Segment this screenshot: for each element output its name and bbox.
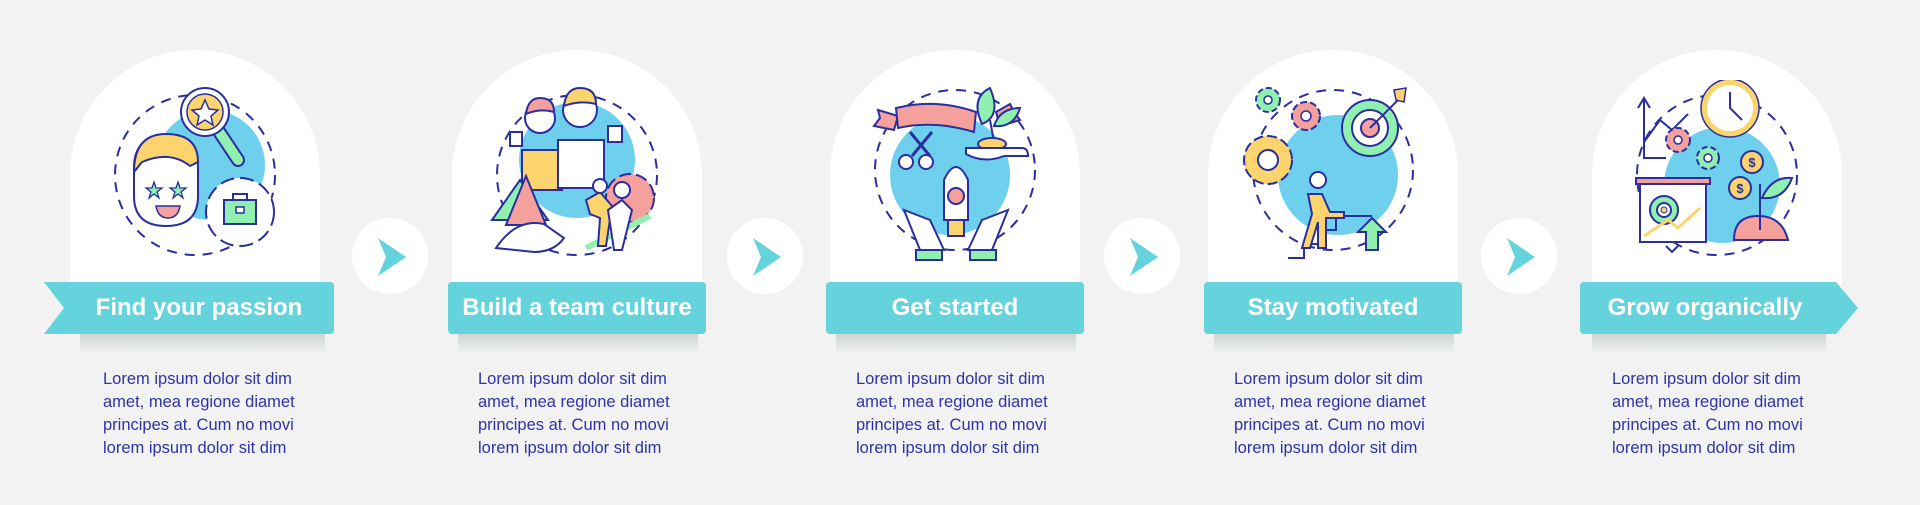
- step-title: Grow organically: [1607, 294, 1803, 321]
- step-description: Lorem ipsum dolor sit dim amet, mea regi…: [856, 368, 1066, 460]
- step-title-banner: Get started: [826, 282, 1084, 334]
- stay-motivated-icon: [1243, 87, 1414, 259]
- banner-shadow: [1214, 334, 1454, 354]
- description-line: amet, mea regione diamet: [1234, 393, 1426, 411]
- description-line: principes at. Cum no movi: [1234, 416, 1425, 434]
- description-line: lorem ipsum dolor sit dim: [856, 439, 1040, 457]
- description-line: lorem ipsum dolor sit dim: [103, 439, 287, 457]
- description-line: amet, mea regione diamet: [478, 393, 670, 411]
- description-line: Lorem ipsum dolor sit dim: [1612, 370, 1801, 388]
- description-line: lorem ipsum dolor sit dim: [478, 439, 662, 457]
- step-title-banner: Build a team culture: [448, 282, 706, 334]
- step-title-banner: Stay motivated: [1204, 282, 1462, 334]
- banner-shadow: [80, 334, 325, 354]
- description-line: Lorem ipsum dolor sit dim: [478, 370, 667, 388]
- step-title: Stay motivated: [1247, 294, 1419, 321]
- description-line: principes at. Cum no movi: [103, 416, 294, 434]
- grow-organically-icon: $ $: [1635, 80, 1798, 256]
- banner-arrow-tip: [1830, 282, 1858, 334]
- description-line: lorem ipsum dolor sit dim: [1612, 439, 1796, 457]
- description-line: amet, mea regione diamet: [103, 393, 295, 411]
- step-stay-motivated: Stay motivated Lorem ipsum dolor sit dim…: [1134, 0, 1494, 505]
- description-line: Lorem ipsum dolor sit dim: [1234, 370, 1423, 388]
- step-get-started: Get started Lorem ipsum dolor sit dim am…: [756, 0, 1116, 505]
- step-title-banner: Find your passion: [64, 282, 334, 334]
- description-line: lorem ipsum dolor sit dim: [1234, 439, 1418, 457]
- step-build-a-team-culture: Build a team culture Lorem ipsum dolor s…: [378, 0, 738, 505]
- step-title: Build a team culture: [462, 294, 692, 321]
- description-line: Lorem ipsum dolor sit dim: [103, 370, 292, 388]
- description-line: principes at. Cum no movi: [856, 416, 1047, 434]
- step-find-your-passion: Find your passion Lorem ipsum dolor sit …: [0, 0, 360, 505]
- step-description: Lorem ipsum dolor sit dim amet, mea regi…: [478, 368, 688, 460]
- passion-icon: [114, 87, 276, 256]
- description-line: principes at. Cum no movi: [478, 416, 669, 434]
- step-description: Lorem ipsum dolor sit dim amet, mea regi…: [103, 368, 313, 460]
- banner-shadow: [1592, 334, 1826, 354]
- description-line: principes at. Cum no movi: [1612, 416, 1803, 434]
- svg-text:$: $: [1736, 181, 1744, 196]
- step-grow-organically: $ $ Grow organically Lorem ipsum dolor s…: [1512, 0, 1872, 505]
- get-started-icon: [872, 86, 1036, 261]
- banner-shadow: [458, 334, 698, 354]
- description-line: Lorem ipsum dolor sit dim: [856, 370, 1045, 388]
- step-description: Lorem ipsum dolor sit dim amet, mea regi…: [1234, 368, 1444, 460]
- step-title: Get started: [891, 294, 1019, 321]
- step-description: Lorem ipsum dolor sit dim amet, mea regi…: [1612, 368, 1822, 460]
- step-title-banner: Grow organically: [1580, 282, 1830, 334]
- banner-shadow: [836, 334, 1076, 354]
- svg-text:$: $: [1748, 155, 1756, 170]
- description-line: amet, mea regione diamet: [1612, 393, 1804, 411]
- step-title: Find your passion: [95, 294, 303, 321]
- description-line: amet, mea regione diamet: [856, 393, 1048, 411]
- team-culture-icon: [490, 86, 658, 256]
